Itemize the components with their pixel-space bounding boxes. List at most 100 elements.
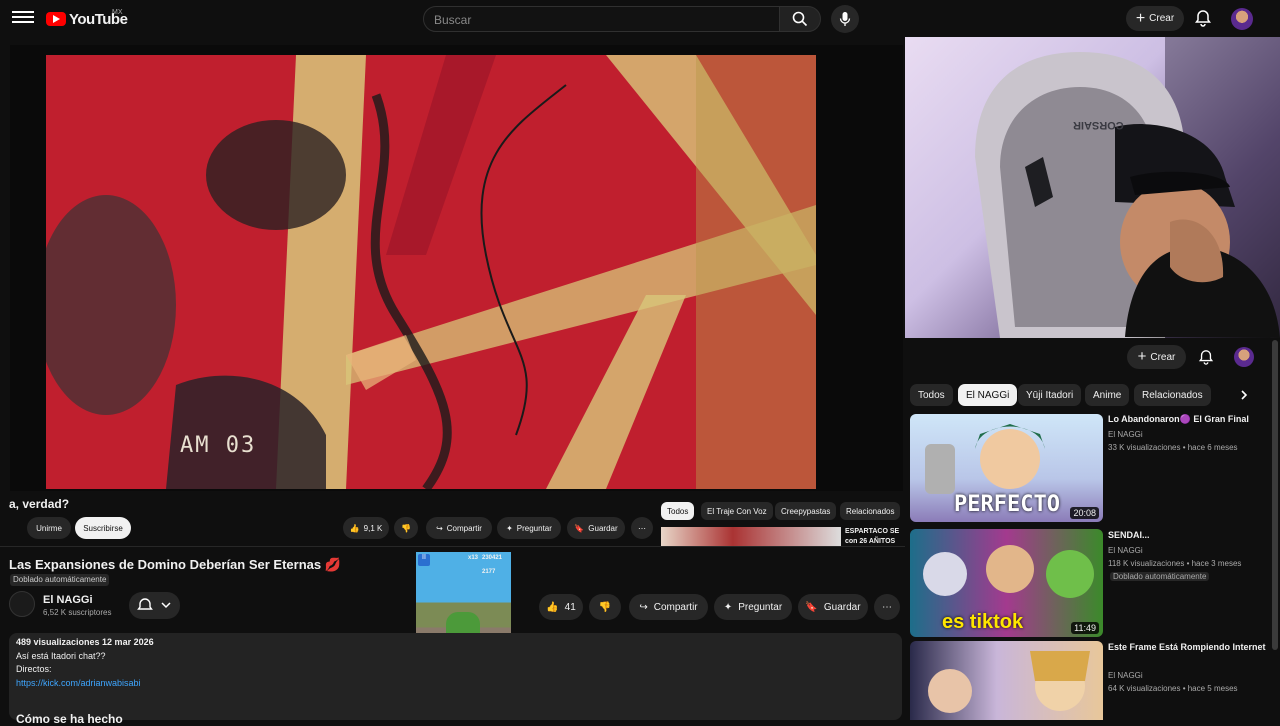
game-coins: 2177: [482, 569, 496, 575]
like-count-main: 41: [564, 601, 576, 613]
tab-el-naggi[interactable]: El NAGGi: [958, 384, 1018, 406]
chip-all[interactable]: Todos: [661, 502, 695, 520]
rec-duration: 20:08: [1070, 507, 1099, 519]
share-label-main: Compartir: [653, 601, 698, 613]
logo-country: MX: [112, 9, 123, 16]
chip-suit-voice[interactable]: El Traje Con Voz: [701, 502, 773, 520]
recommended-title-small[interactable]: ESPARTACO SE con 26 AÑITOS: [845, 527, 905, 547]
ask-label: Preguntar: [516, 523, 552, 533]
thumbs-up-icon: 👍: [349, 523, 360, 533]
pause-icon: II: [418, 554, 430, 566]
lips-emoji-icon: 💋: [324, 557, 341, 572]
rec-title[interactable]: Este Frame Está Rompiendo Internet: [1108, 641, 1268, 654]
description-line-2: Directos:: [16, 664, 52, 674]
view-stats: 489 visualizaciones 12 mar 2026: [16, 637, 154, 647]
description-link[interactable]: https://kick.com/adrianwabisabi: [16, 678, 141, 688]
rec-channel[interactable]: El NAGGi: [1108, 430, 1143, 439]
tab-yuji-itadori[interactable]: Yūji Itadori: [1018, 384, 1082, 406]
auto-dubbed-badge: Doblado automáticamente: [10, 574, 110, 586]
user-avatar-secondary[interactable]: [1234, 347, 1254, 367]
save-button-main[interactable]: 🔖 Guardar: [798, 594, 868, 620]
plus-icon: +: [1137, 348, 1147, 365]
more-icon: ⋯: [638, 523, 646, 533]
chair-brand-text: CORSAIR: [1073, 119, 1124, 131]
ask-button[interactable]: ✦ Preguntar: [497, 517, 561, 539]
rec-meta: 64 K visualizaciones • hace 5 meses: [1108, 684, 1238, 693]
subscriber-count: 6,52 K suscriptores: [43, 608, 112, 617]
more-options-button[interactable]: ⋯: [631, 517, 653, 539]
tab-related[interactable]: Relacionados: [1134, 384, 1211, 406]
like-count: 9,1 K: [363, 523, 383, 533]
thumbs-down-icon: 👎: [598, 601, 612, 613]
description-line-1: Así está Itadori chat??: [16, 651, 106, 661]
rec-thumbnail-art: [928, 651, 1090, 713]
channel-avatar[interactable]: [9, 591, 35, 617]
sparkle-icon: ✦: [723, 601, 733, 613]
share-icon: ↪: [639, 601, 648, 613]
rec-duration: 11:49: [1071, 622, 1099, 634]
microphone-icon: [839, 12, 851, 26]
rec-channel[interactable]: El NAGGi: [1108, 671, 1143, 680]
search-input[interactable]: Buscar: [423, 6, 780, 32]
dislike-button[interactable]: 👎: [394, 517, 418, 539]
rec-title[interactable]: SENDAI...: [1108, 529, 1268, 542]
hamburger-menu-icon[interactable]: [12, 8, 34, 28]
game-score: 230421: [482, 555, 503, 561]
tab-anime[interactable]: Anime: [1085, 384, 1130, 406]
rec-thumbnail[interactable]: [910, 641, 1103, 720]
ask-button-main[interactable]: ✦ Preguntar: [714, 594, 792, 620]
rec-meta: 33 K visualizaciones • hace 6 meses: [1108, 443, 1238, 452]
share-label: Compartir: [446, 523, 482, 533]
scrollbar[interactable]: [1272, 340, 1278, 650]
like-button[interactable]: 👍 9,1 K: [343, 517, 389, 539]
rec-title[interactable]: Lo Abandonaron🟣 El Gran Final: [1108, 413, 1268, 426]
description-section-heading: Cómo se ha hecho: [16, 712, 123, 726]
create-label-secondary: Crear: [1150, 351, 1176, 363]
rec-meta: 118 K visualizaciones • hace 3 meses: [1108, 559, 1242, 568]
youtube-play-icon: [46, 12, 66, 26]
save-label-main: Guardar: [823, 601, 861, 613]
create-button-secondary[interactable]: + Crear: [1127, 345, 1186, 369]
user-avatar[interactable]: [1231, 8, 1253, 30]
channel-name[interactable]: El NAGGi: [43, 594, 93, 606]
rec-thumbnail[interactable]: PERFECTO 20:08: [910, 414, 1103, 522]
rec-overlay-text: es tiktok: [942, 611, 1024, 633]
divider: [0, 546, 905, 547]
video-frame[interactable]: [46, 55, 816, 489]
ask-label-main: Preguntar: [738, 601, 783, 613]
auto-dubbed-badge: Doblado automáticamente: [1110, 572, 1210, 581]
like-button-main[interactable]: 👍 41: [539, 594, 583, 620]
dislike-button-main[interactable]: 👎: [589, 594, 621, 620]
tab-all[interactable]: Todos: [910, 384, 953, 406]
thumbs-up-icon: 👍: [546, 601, 559, 613]
save-button[interactable]: 🔖 Guardar: [567, 517, 625, 539]
share-button[interactable]: ↪ Compartir: [426, 517, 492, 539]
plus-icon: +: [1135, 9, 1146, 27]
join-button[interactable]: Unirme: [27, 517, 71, 539]
create-button[interactable]: + Crear: [1126, 6, 1184, 31]
notification-settings-button[interactable]: [129, 592, 180, 619]
chip-related[interactable]: Relacionados: [840, 502, 901, 520]
thumbs-down-icon: 👎: [401, 523, 411, 533]
bookmark-icon: 🔖: [805, 601, 818, 613]
subscribe-button[interactable]: Suscribirse: [75, 517, 131, 539]
recommended-thumbnail-small[interactable]: [661, 527, 841, 547]
rec-thumbnail[interactable]: es tiktok 11:49: [910, 529, 1103, 637]
search-icon: [792, 11, 808, 27]
search-button[interactable]: [779, 6, 821, 32]
rec-overlay-text: PERFECTO: [954, 492, 1060, 517]
streamer-webcam-image: [975, 37, 1280, 338]
notifications-bell-icon[interactable]: [1198, 349, 1214, 365]
more-options-button-main[interactable]: ⋯: [874, 594, 900, 620]
chevron-right-icon[interactable]: [1238, 389, 1250, 401]
game-multiplier: x13: [468, 555, 479, 561]
notifications-bell-icon[interactable]: [1194, 9, 1212, 27]
voice-search-button[interactable]: [831, 5, 859, 33]
bell-icon: [137, 598, 171, 610]
save-label: Guardar: [588, 523, 618, 533]
share-button-main[interactable]: ↪ Compartir: [629, 594, 708, 620]
share-icon: ↪: [436, 523, 443, 533]
chip-creepypastas[interactable]: Creepypastas: [775, 502, 837, 520]
video-artwork: [46, 55, 816, 489]
rec-channel[interactable]: El NAGGi: [1108, 546, 1143, 555]
